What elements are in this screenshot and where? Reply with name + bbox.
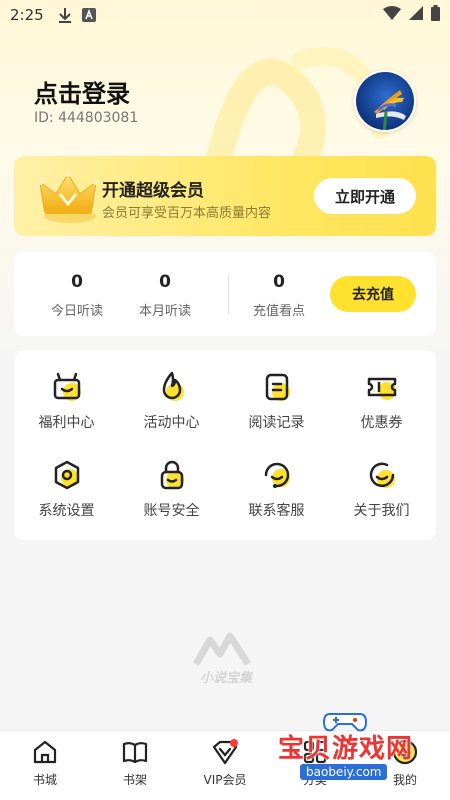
feature-label: 福利中心: [38, 415, 95, 431]
vip-banner[interactable]: 开通超级会员 会员可享受百万本高质量内容 立即开通: [14, 156, 436, 236]
user-id: ID: 444803081: [34, 110, 139, 126]
stat-month-value: 0: [159, 272, 171, 292]
home-icon: [33, 740, 57, 764]
stat-today[interactable]: 0 今日听读: [32, 272, 122, 319]
stat-today-value: 0: [71, 272, 83, 292]
recharge-button[interactable]: 去充值: [330, 276, 416, 312]
status-time: 2:25: [10, 6, 44, 24]
nav-label: 书架: [122, 773, 147, 787]
feature-reading-history[interactable]: 阅读记录: [224, 370, 329, 450]
notification-badge: [230, 739, 238, 747]
download-icon: [58, 7, 72, 23]
app-logo: 小说宝集: [186, 630, 266, 686]
stat-today-label: 今日听读: [50, 304, 103, 319]
coupon-icon: [367, 377, 396, 400]
stat-month-label: 本月听读: [138, 304, 191, 319]
gift-box-icon: [53, 372, 81, 401]
feature-activity-center[interactable]: 活动中心: [119, 370, 224, 450]
lock-icon: [160, 460, 184, 490]
smile-icon: [369, 462, 395, 488]
feature-label: 优惠券: [360, 415, 403, 431]
open-vip-button[interactable]: 立即开通: [314, 178, 416, 214]
feature-label: 系统设置: [38, 503, 95, 519]
feature-label: 阅读记录: [248, 415, 305, 431]
feature-coupons[interactable]: 优惠券: [329, 370, 434, 450]
site-watermark: 宝贝游戏网 baobeiy.com: [272, 708, 450, 788]
crown-icon: [37, 171, 99, 223]
feature-system-settings[interactable]: 系统设置: [14, 458, 119, 538]
reading-record-icon: [265, 373, 290, 401]
nav-bookshelf[interactable]: 书架: [100, 737, 170, 788]
stats-card: 0 今日听读 0 本月听读 0 充值看点 去充值: [14, 252, 436, 336]
feature-about-us[interactable]: 关于我们: [329, 458, 434, 538]
stat-points-label: 充值看点: [252, 304, 305, 319]
book-icon: [122, 742, 148, 764]
flame-icon: [162, 371, 184, 401]
nav-bookstore[interactable]: 书城: [10, 737, 80, 788]
app-logo-text: 小说宝集: [200, 670, 254, 686]
customer-service-icon: [264, 462, 290, 488]
feature-label: 活动中心: [143, 415, 200, 431]
settings-icon: [54, 460, 79, 490]
nav-label: VIP会员: [203, 773, 247, 787]
stat-points[interactable]: 0 充值看点: [234, 272, 324, 319]
avatar[interactable]: [354, 70, 416, 132]
vip-title: 开通超级会员: [102, 181, 204, 201]
features-grid: 福利中心 活动中心 阅读记录 优惠券 系统设置 账号安全 联系客服 关于我们: [14, 350, 436, 540]
login-link[interactable]: 点击登录: [34, 74, 130, 109]
watermark-text: 宝贝游戏网: [278, 734, 414, 764]
nav-vip[interactable]: VIP会员: [190, 737, 260, 788]
signal-icon: [409, 6, 423, 24]
watermark-url: baobeiy.com: [300, 764, 388, 780]
vip-subtitle: 会员可享受百万本高质量内容: [102, 206, 272, 221]
feature-welfare-center[interactable]: 福利中心: [14, 370, 119, 450]
stat-month[interactable]: 0 本月听读: [120, 272, 210, 319]
feature-label: 关于我们: [353, 503, 410, 519]
nav-label: 书城: [32, 773, 57, 787]
feature-account-security[interactable]: 账号安全: [119, 458, 224, 538]
feature-label: 联系客服: [248, 503, 305, 519]
status-bar: 2:25: [0, 0, 450, 30]
wifi-icon: [383, 6, 401, 24]
feature-label: 账号安全: [143, 503, 200, 519]
feature-customer-service[interactable]: 联系客服: [224, 458, 329, 538]
stat-points-value: 0: [273, 272, 285, 292]
battery-icon: [431, 5, 440, 25]
app-notification-icon: [81, 8, 96, 22]
stats-divider: [228, 274, 229, 314]
